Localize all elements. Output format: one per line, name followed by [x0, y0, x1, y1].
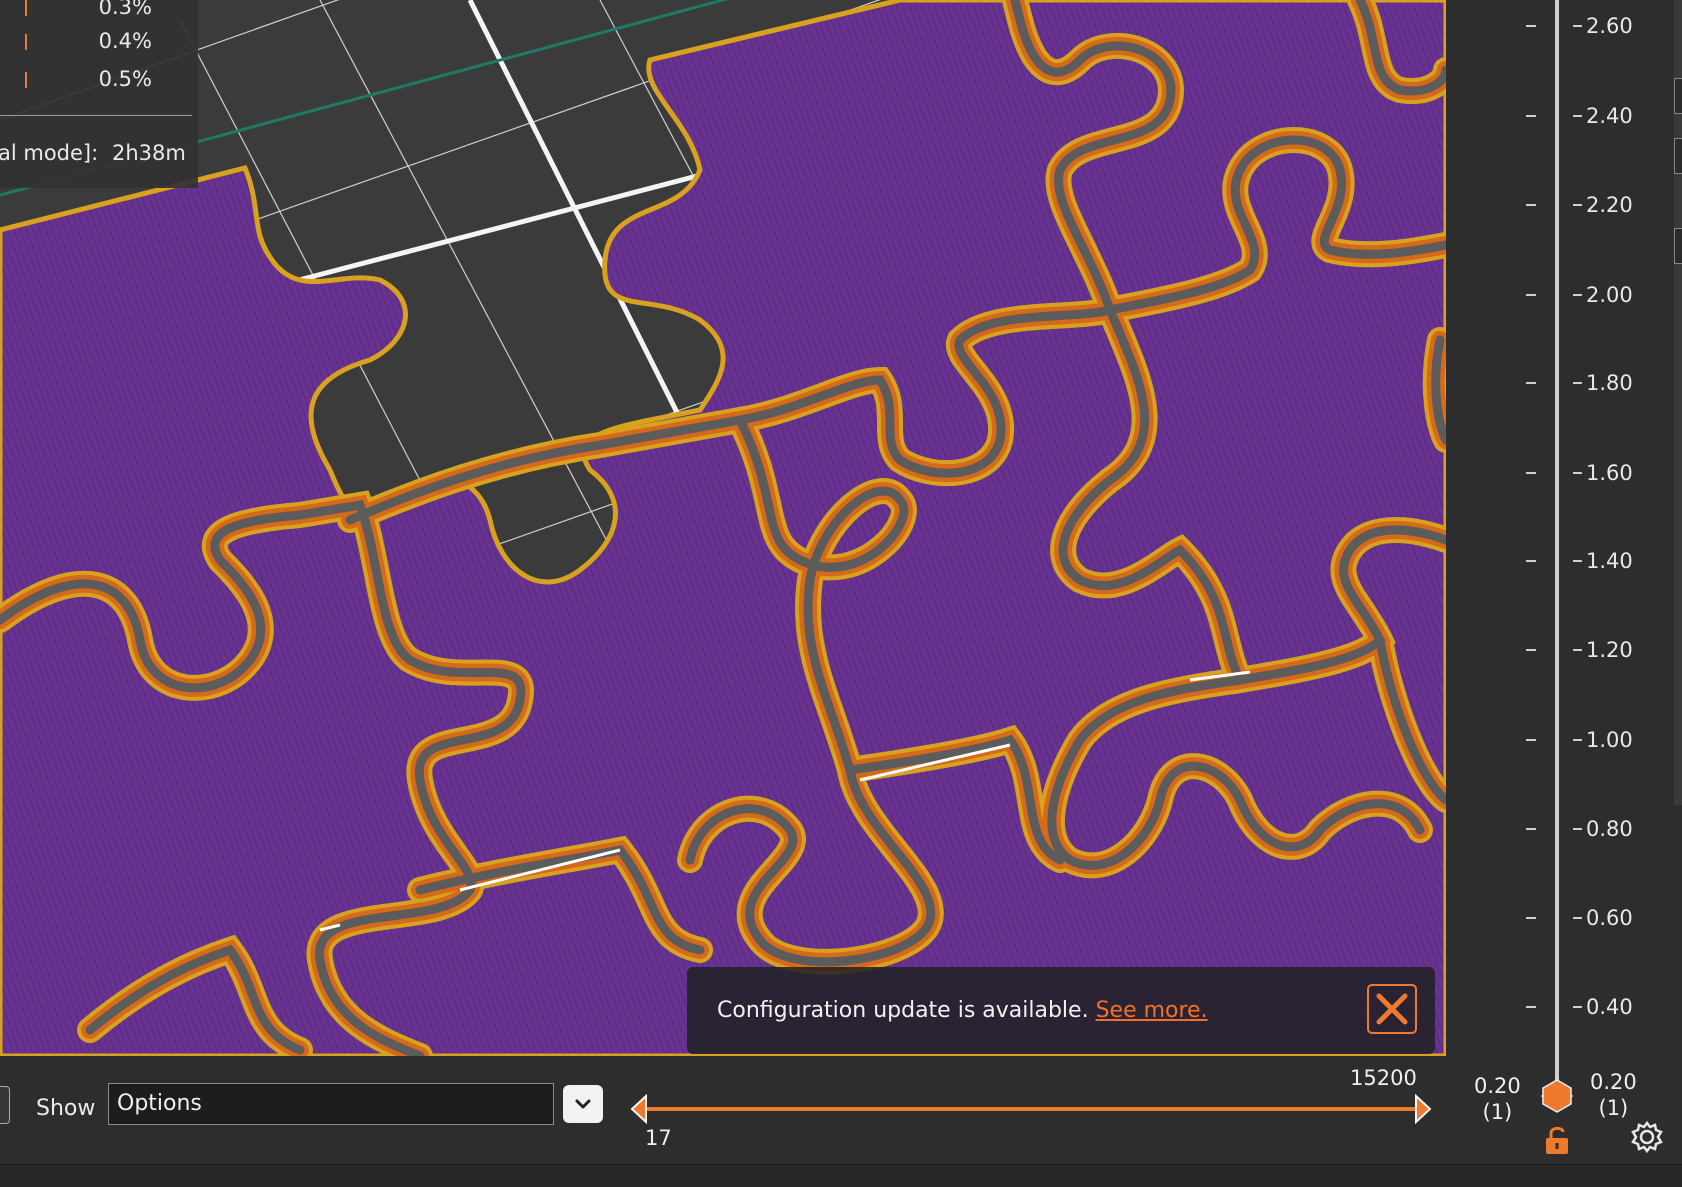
upper-layer-index: (1)	[1598, 1096, 1629, 1120]
layer-tick: 0.80	[1446, 817, 1646, 841]
legend-value: 0.5%	[98, 67, 152, 91]
close-icon	[1376, 993, 1408, 1025]
side-panel-edge	[1674, 0, 1682, 805]
slider-max-label: 15200	[1350, 1066, 1417, 1090]
side-panel-button[interactable]	[1674, 78, 1682, 114]
layer-tick-label: 1.60	[1586, 461, 1633, 485]
upper-layer-height: 0.20 (1)	[1590, 1069, 1637, 1121]
legend-row: 0.4%	[0, 26, 198, 56]
layer-tick: 2.60	[1446, 14, 1646, 38]
legend-row: 0.5%	[0, 64, 198, 94]
layer-tick: 2.20	[1446, 193, 1646, 217]
slider-thumb-right-icon[interactable]	[1412, 1094, 1434, 1124]
upper-height-value: 0.20	[1590, 1070, 1637, 1094]
layer-tick-label: 2.20	[1586, 193, 1633, 217]
lower-layer-height: 0.20 (1)	[1474, 1073, 1521, 1125]
show-options-dropdown-button[interactable]	[563, 1085, 603, 1123]
layer-tick: 0.40	[1446, 995, 1646, 1019]
legend-value: 0.4%	[98, 29, 152, 53]
estimated-time-value: 2h38m	[112, 141, 186, 165]
layer-tick-label: 1.00	[1586, 728, 1633, 752]
config-update-notification: Configuration update is available. See m…	[687, 967, 1435, 1054]
legend-panel: 0.3% 0.4% 0.5% al mode]: 2h38m	[0, 0, 198, 188]
layer-tick-label: 1.40	[1586, 549, 1633, 573]
layer-tick-label: 0.40	[1586, 995, 1633, 1019]
preview-viewport[interactable]: 0.3% 0.4% 0.5% al mode]: 2h38m Configura…	[0, 0, 1446, 1056]
layer-tick: 0.60	[1446, 906, 1646, 930]
layer-tick: 2.40	[1446, 104, 1646, 128]
layer-tick: 1.00	[1446, 728, 1646, 752]
legend-divider	[0, 115, 192, 116]
layer-tick-label: 1.20	[1586, 638, 1633, 662]
show-label: Show	[36, 1096, 96, 1121]
see-more-link[interactable]: See more.	[1096, 998, 1208, 1023]
layer-tick: 1.80	[1446, 371, 1646, 395]
show-options-combobox[interactable]: Options	[108, 1083, 554, 1125]
settings-gear-icon[interactable]	[1630, 1120, 1664, 1154]
notification-text: Configuration update is available. See m…	[717, 998, 1208, 1023]
side-panel-button[interactable]	[1674, 138, 1682, 174]
layer-tick-label: 0.80	[1586, 817, 1633, 841]
legend-color-swatch	[25, 34, 27, 50]
slider-min-label: 17	[645, 1126, 672, 1150]
slider-track	[636, 1107, 1426, 1111]
estimated-time-label: al mode]:	[0, 141, 99, 165]
legend-color-swatch	[25, 72, 27, 88]
layer-tick-label: 0.60	[1586, 906, 1633, 930]
side-panel-button[interactable]	[1674, 228, 1682, 264]
collapse-handle[interactable]	[0, 1086, 10, 1124]
gcode-preview-canvas[interactable]	[0, 0, 1446, 1056]
layer-thumb-icon[interactable]	[1541, 1079, 1573, 1113]
layer-slider-track	[1555, 0, 1559, 1096]
legend-color-swatch	[25, 0, 27, 16]
lower-height-value: 0.20	[1474, 1074, 1521, 1098]
layer-tick-label: 1.80	[1586, 371, 1633, 395]
layer-tick-label: 2.00	[1586, 283, 1633, 307]
notification-close-button[interactable]	[1367, 984, 1417, 1034]
vertical-layer-slider[interactable]: 2.60 2.40 2.20 2.00 1.80 1.60 1.40 1.20 …	[1446, 0, 1682, 1186]
status-strip	[0, 1164, 1682, 1187]
layer-tick-label: 2.60	[1586, 14, 1633, 38]
layer-tick-label: 2.40	[1586, 104, 1633, 128]
horizontal-move-slider[interactable]	[628, 1094, 1434, 1124]
chevron-down-icon	[575, 1099, 591, 1109]
layer-tick: 2.00	[1446, 283, 1646, 307]
layer-tick: 1.20	[1446, 638, 1646, 662]
layer-tick: 1.40	[1446, 549, 1646, 573]
notification-message: Configuration update is available.	[717, 998, 1089, 1023]
legend-value: 0.3%	[98, 0, 152, 19]
lock-icon[interactable]	[1543, 1124, 1571, 1156]
bottom-toolbar: Show Options 15200 17	[0, 1056, 1446, 1164]
layer-tick: 1.60	[1446, 461, 1646, 485]
legend-row: 0.3%	[0, 0, 198, 22]
slider-thumb-left-icon[interactable]	[628, 1094, 650, 1124]
lower-layer-index: (1)	[1482, 1100, 1513, 1124]
